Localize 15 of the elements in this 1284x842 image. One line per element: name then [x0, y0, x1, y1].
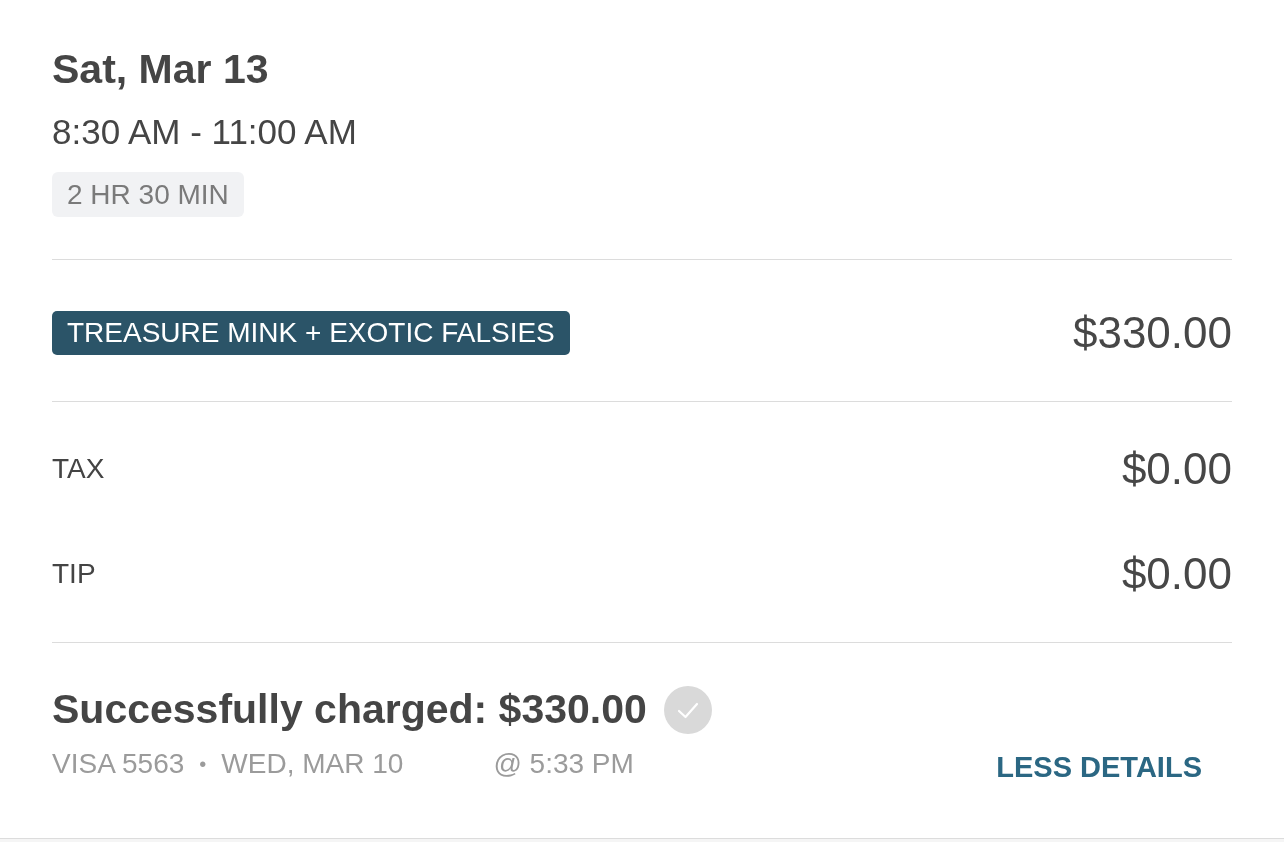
charge-amount: $0.00 [1121, 548, 1232, 599]
appointment-time: 8:30 AM - 11:00 AM [52, 111, 358, 153]
service-price: $330.00 [1072, 308, 1232, 358]
charge-label: TIP [52, 556, 96, 591]
separator-dot: • [199, 752, 207, 777]
charge-time: @ 5:33 PM [493, 747, 634, 781]
charge-amount: $0.00 [1121, 443, 1232, 494]
duration-tag: 2 HR 30 MIN [52, 172, 244, 217]
payment-status: Successfully charged: $330.00 [52, 685, 647, 734]
charge-label: TAX [52, 451, 105, 486]
service-tag: TREASURE MINK + EXOTIC FALSIES [52, 311, 570, 355]
appointment-date: Sat, Mar 13 [52, 45, 270, 94]
charge-date: WED, MAR 10 [221, 747, 404, 781]
less-details-link[interactable]: LESS DETAILS [996, 747, 1202, 787]
card-number: VISA 5563 [52, 747, 185, 781]
